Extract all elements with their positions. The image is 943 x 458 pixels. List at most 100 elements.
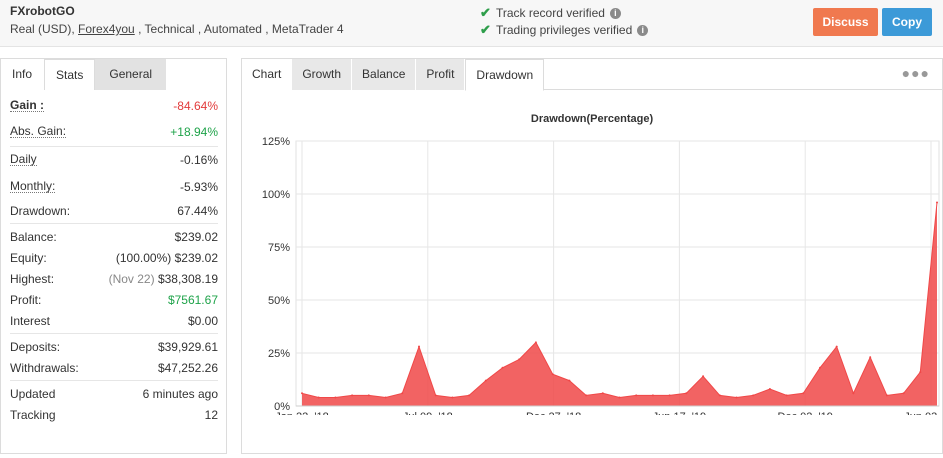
stat-label: Equity: (10, 250, 47, 265)
tab-growth[interactable]: Growth (292, 59, 353, 90)
stat-note: (100.00%) (115, 250, 172, 265)
stat-label: Balance: (10, 229, 57, 244)
stat-drawdown: Drawdown: 67.44% (10, 200, 218, 221)
data-point (702, 375, 705, 378)
account-meta: Real (USD), Forex4you , Technical , Auto… (10, 22, 344, 36)
data-point (936, 201, 938, 204)
data-point (885, 394, 888, 397)
stat-daily: Daily -0.16% (10, 149, 218, 170)
stat-monthly: Monthly: -5.93% (10, 176, 218, 197)
info-icon[interactable]: i (637, 24, 649, 36)
discuss-button[interactable]: Discuss (813, 8, 878, 36)
data-point (919, 371, 922, 374)
x-tick-label: Jun 03, '20 (904, 411, 942, 415)
stat-note: (Nov 22) (108, 271, 155, 286)
stat-value-group: (Nov 22) $38,308.19 (109, 272, 218, 286)
drawdown-chart: 0%25%50%75%100%125%Jan 22, '18Jul 09, '1… (262, 136, 942, 415)
data-point (484, 379, 487, 382)
x-tick-label: Dec 27, '18 (526, 411, 581, 415)
stats-panel: Info Stats General Gain : -84.64% Abs. G… (0, 58, 227, 454)
check-icon: ✔ (480, 5, 491, 20)
stat-value: $39,929.61 (157, 339, 218, 354)
x-tick-label: Jun 17, '19 (653, 411, 706, 415)
stat-value: $38,308.19 (157, 271, 218, 286)
stat-label[interactable]: Daily (10, 153, 37, 166)
stat-label: Updated (10, 386, 56, 401)
data-point (902, 392, 905, 395)
stat-label: Profit: (10, 292, 42, 307)
data-point (468, 394, 471, 397)
y-tick-label: 125% (262, 136, 290, 148)
tab-info[interactable]: Info (1, 59, 45, 90)
stat-value: -0.16% (179, 152, 218, 167)
tab-balance[interactable]: Balance (352, 59, 417, 90)
stat-value: -84.64% (173, 98, 218, 113)
data-point (802, 392, 805, 395)
x-tick-label: Dec 02, '19 (778, 411, 833, 415)
data-point (651, 394, 654, 397)
data-point (685, 392, 688, 395)
data-point (434, 394, 437, 397)
check-icon: ✔ (480, 22, 491, 37)
data-point (835, 345, 838, 348)
stats-tabs: Info Stats General (1, 59, 226, 91)
stat-value: $47,252.26 (157, 360, 218, 375)
broker-link[interactable]: Forex4you (78, 22, 135, 36)
data-point (585, 394, 588, 397)
data-point (317, 396, 320, 399)
stat-label[interactable]: Gain : (10, 99, 45, 112)
data-point (869, 356, 872, 359)
stat-label: Tracking (10, 407, 56, 422)
stat-value: $239.02 (174, 250, 218, 265)
y-tick-label: 100% (262, 189, 290, 201)
data-point (351, 394, 354, 397)
data-point (334, 396, 337, 399)
stat-label[interactable]: Abs. Gain: (10, 125, 67, 138)
stat-label: Deposits: (10, 339, 61, 354)
data-point (518, 358, 521, 361)
data-point (568, 379, 571, 382)
stat-deposits: Deposits: $39,929.61 (10, 336, 218, 357)
data-point (735, 396, 738, 399)
chart-tabs: Chart Growth Balance Profit Drawdown ●●● (242, 59, 942, 91)
tab-drawdown[interactable]: Drawdown (465, 59, 545, 91)
stat-label: Interest (10, 313, 51, 328)
data-point (601, 392, 604, 395)
tab-profit[interactable]: Profit (416, 59, 466, 90)
tab-general[interactable]: General (95, 59, 168, 90)
x-tick-label: Jul 09, '18 (403, 411, 453, 415)
stat-highest: Highest: (Nov 22) $38,308.19 (10, 268, 218, 289)
stat-value: $7561.67 (167, 292, 218, 307)
tab-chart[interactable]: Chart (242, 59, 293, 90)
stat-value: 67.44% (177, 203, 218, 218)
data-point (501, 366, 504, 369)
account-name: FXrobotGO (10, 4, 75, 18)
stat-equity: Equity: (100.00%) $239.02 (10, 247, 218, 268)
chart-panel: Chart Growth Balance Profit Drawdown ●●●… (241, 58, 943, 454)
copy-button[interactable]: Copy (882, 8, 932, 36)
stat-label[interactable]: Monthly: (10, 180, 56, 193)
data-point (819, 366, 821, 369)
data-point (668, 394, 671, 397)
stat-value-group: (100.00%) $239.02 (116, 251, 218, 265)
stat-profit: Profit: $7561.67 (10, 289, 218, 310)
info-icon[interactable]: i (609, 7, 621, 19)
stat-value: +18.94% (170, 124, 218, 139)
stat-value: $239.02 (174, 229, 218, 244)
stat-label: Withdrawals: (10, 360, 79, 375)
more-dots-icon[interactable]: ●●● (902, 65, 930, 81)
stat-label: Highest: (10, 271, 55, 286)
data-point (852, 392, 855, 395)
data-point (551, 373, 554, 376)
data-point (718, 394, 721, 397)
data-point (618, 396, 621, 399)
stat-abs-gain: Abs. Gain: +18.94% (10, 121, 218, 142)
chart-title: Drawdown(Percentage) (530, 113, 654, 125)
y-tick-label: 25% (268, 348, 290, 360)
stat-value: 12 (204, 407, 218, 422)
stat-label: Drawdown: (10, 203, 71, 218)
account-header: FXrobotGO Real (USD), Forex4you , Techni… (0, 0, 943, 47)
tab-stats[interactable]: Stats (44, 59, 96, 90)
account-details: , Technical , Automated , MetaTrader 4 (138, 22, 344, 36)
stat-updated: Updated 6 minutes ago (10, 383, 218, 404)
